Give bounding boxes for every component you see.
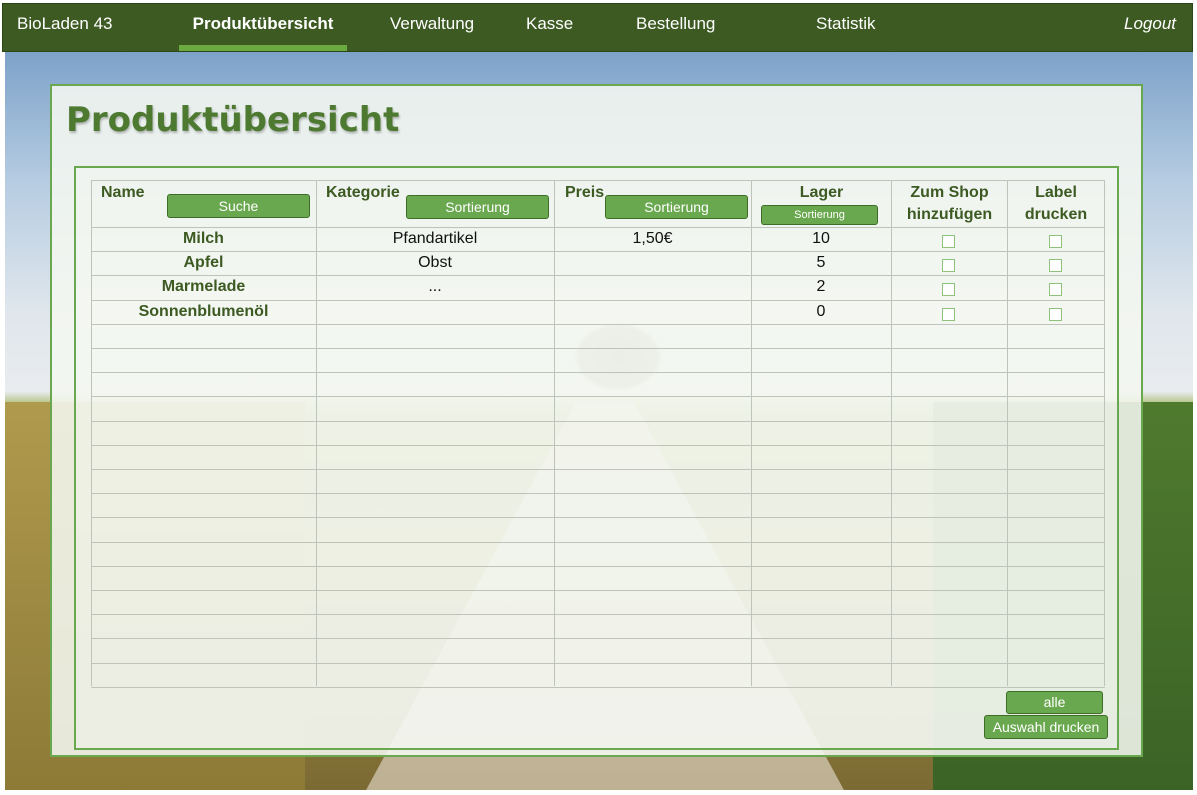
column-header-label: Label drucken — [1008, 182, 1104, 226]
row-divider — [91, 493, 1105, 494]
select-all-button[interactable]: alle — [1006, 691, 1103, 714]
print-label-checkbox[interactable] — [1049, 259, 1062, 272]
cell-lager: 10 — [812, 230, 830, 247]
cell-kategorie — [316, 300, 554, 324]
cell-lager: 5 — [816, 254, 826, 271]
nav-item-kasse[interactable]: Kasse — [526, 4, 573, 50]
cell-kategorie: ... — [428, 278, 442, 295]
row-divider — [91, 566, 1105, 567]
print-selection-button[interactable]: Auswahl drucken — [984, 715, 1108, 739]
nav-item-bestellung[interactable]: Bestellung — [636, 4, 715, 50]
table-border-top — [91, 180, 1105, 181]
add-to-shop-checkbox[interactable] — [942, 283, 955, 296]
column-header-zum-shop: Zum Shop hinzufügen — [892, 182, 1007, 226]
cell-preis — [554, 275, 751, 299]
cell-preis — [554, 251, 751, 275]
row-divider — [91, 421, 1105, 422]
column-header-lager: Lager — [799, 184, 844, 201]
print-label-checkbox[interactable] — [1049, 283, 1062, 296]
column-header-label-line1: Label — [1035, 184, 1077, 201]
cell-name: Apfel — [183, 254, 224, 271]
table-border-right — [1104, 180, 1105, 686]
active-tab-indicator — [179, 45, 347, 51]
column-header-kategorie: Kategorie — [326, 184, 400, 201]
column-divider — [891, 180, 892, 686]
brand-name: BioLaden 43 — [17, 14, 113, 33]
column-header-label-line2: drucken — [1024, 206, 1088, 223]
row-divider — [91, 638, 1105, 639]
add-to-shop-checkbox[interactable] — [942, 308, 955, 321]
logout-link[interactable]: Logout — [1124, 4, 1176, 50]
column-header-zum-shop-line1: Zum Shop — [910, 184, 989, 201]
row-divider — [91, 590, 1105, 591]
row-divider — [91, 324, 1105, 325]
row-divider — [91, 445, 1105, 446]
cell-preis — [554, 300, 751, 324]
cell-kategorie: Obst — [418, 254, 452, 271]
search-button[interactable]: Suche — [167, 194, 310, 218]
add-to-shop-checkbox[interactable] — [942, 259, 955, 272]
row-divider — [91, 614, 1105, 615]
print-label-checkbox[interactable] — [1049, 235, 1062, 248]
row-divider — [91, 687, 1105, 688]
cell-lager: 0 — [816, 303, 826, 320]
nav-item-produktuebersicht[interactable]: Produktübersicht — [179, 4, 347, 50]
row-divider — [91, 372, 1105, 373]
column-header-name: Name — [101, 184, 145, 201]
row-divider — [91, 469, 1105, 470]
cell-lager: 2 — [816, 278, 826, 295]
row-divider — [91, 396, 1105, 397]
row-divider — [91, 542, 1105, 543]
print-label-checkbox[interactable] — [1049, 308, 1062, 321]
column-header-zum-shop-line2: hinzufügen — [906, 206, 993, 223]
cell-name: Milch — [183, 230, 224, 247]
add-to-shop-checkbox[interactable] — [942, 235, 955, 248]
cell-kategorie: Pfandartikel — [392, 230, 478, 247]
nav-item-verwaltung[interactable]: Verwaltung — [390, 4, 474, 50]
lager-sort-button[interactable]: Sortierung — [761, 205, 878, 225]
cell-preis: 1,50€ — [632, 230, 673, 247]
preis-sort-button[interactable]: Sortierung — [605, 195, 748, 219]
cell-name: Marmelade — [161, 278, 246, 295]
cell-name: Sonnenblumenöl — [138, 303, 269, 320]
row-divider — [91, 663, 1105, 664]
column-header-preis: Preis — [565, 184, 605, 201]
content-panel: Produktübersicht Name Suche Kategorie So… — [50, 84, 1143, 757]
kategorie-sort-button[interactable]: Sortierung — [406, 195, 549, 219]
product-table: Name Suche Kategorie Sortierung Preis So… — [91, 180, 1105, 688]
nav-item-statistik[interactable]: Statistik — [816, 4, 876, 50]
column-divider — [1007, 180, 1008, 686]
page-title: Produktübersicht — [66, 100, 400, 140]
product-table-frame: Name Suche Kategorie Sortierung Preis So… — [74, 166, 1119, 750]
row-divider — [91, 348, 1105, 349]
top-navigation-bar: BioLaden 43 Produktübersicht Verwaltung … — [2, 3, 1193, 52]
row-divider — [91, 517, 1105, 518]
